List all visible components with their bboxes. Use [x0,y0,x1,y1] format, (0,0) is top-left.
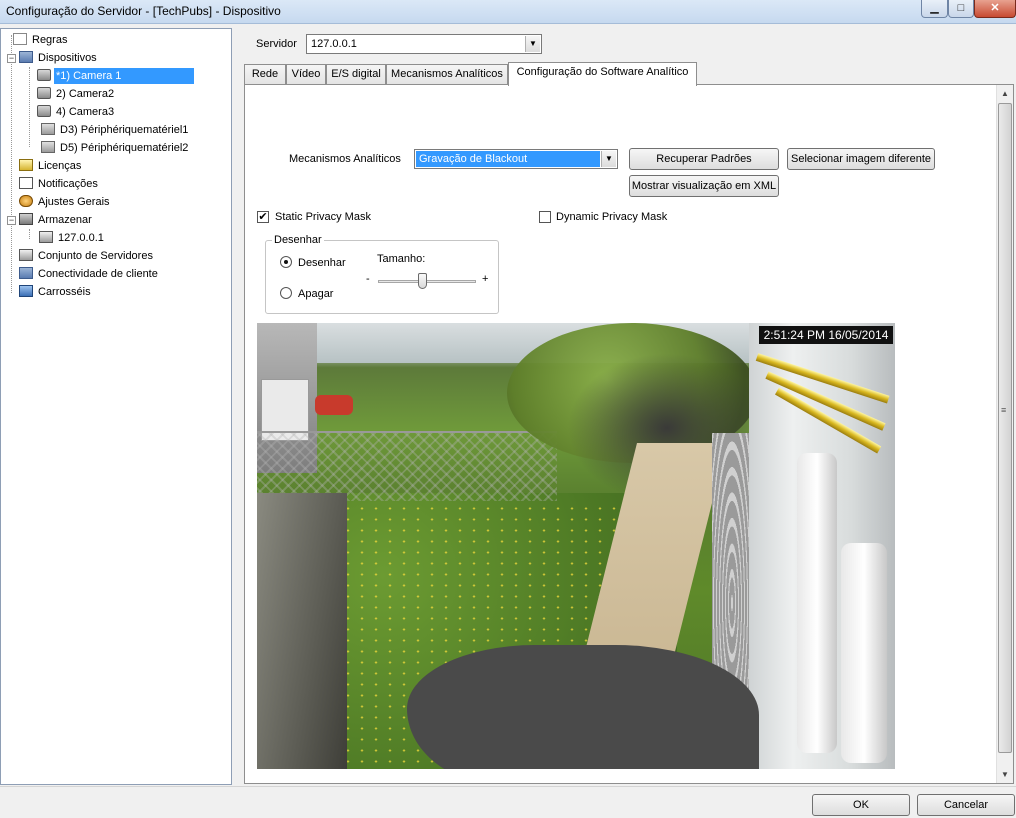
tab-video[interactable]: Vídeo [286,64,326,85]
camera-rock [257,493,347,769]
camera-white-pipe [841,543,887,763]
size-label: Tamanho: [377,253,426,265]
server-icon [39,231,53,243]
scroll-down-icon[interactable]: ▼ [997,766,1013,783]
notification-icon [19,177,33,189]
window-title: Configuração do Servidor - [TechPubs] - … [6,4,281,18]
camera-icon [37,105,51,117]
server-select-value: 127.0.0.1 [311,38,357,50]
server-select[interactable]: 127.0.0.1 ▼ [306,34,542,54]
draw-groupbox: Desenhar Desenhar Apagar Tamanho: - + [265,234,499,314]
size-minus-label: - [366,273,370,285]
tree-item-licenses[interactable]: Licenças [19,158,83,174]
show-xml-button[interactable]: Mostrar visualização em XML [629,175,779,197]
camera-car [315,395,353,415]
settings-icon [19,195,33,207]
camera-icon [37,69,51,81]
camera-white-pipe [797,453,837,753]
ok-button[interactable]: OK [812,794,910,816]
hardware-icon [41,141,55,153]
tree-item-camera-3[interactable]: 4) Camera3 [37,104,116,120]
close-button[interactable]: ✕ [974,0,1016,18]
draw-group-legend: Desenhar [272,234,324,246]
scroll-thumb[interactable] [998,103,1012,753]
analytics-engine-select[interactable]: Gravação de Blackout ▼ [414,149,618,169]
chevron-down-icon[interactable]: ▼ [601,151,616,167]
camera-preview[interactable]: 2:51:24 PM 16/05/2014 [257,323,895,769]
network-icon [19,51,33,63]
dynamic-mask-checkbox[interactable] [539,211,551,223]
size-plus-label: + [482,273,489,285]
analytics-engine-label: Mecanismos Analíticos [289,153,401,165]
static-mask-label: Static Privacy Mask [275,211,371,223]
vertical-scrollbar[interactable]: ▲ ≡ ▼ [996,85,1013,783]
storage-icon [19,213,33,225]
tree-item-hardware-2[interactable]: D5) Périphériquematériel2 [41,140,190,156]
erase-radio[interactable] [280,287,292,299]
tab-analytics-software-config[interactable]: Configuração do Software Analítico [508,62,697,86]
title-bar: Configuração do Servidor - [TechPubs] - … [0,0,1016,24]
select-image-button[interactable]: Selecionar imagem diferente [787,148,935,170]
license-icon [19,159,33,171]
hardware-icon [41,123,55,135]
analytics-config-page: ▲ ≡ ▼ Mecanismos Analíticos Gravação de … [244,84,1014,784]
rules-icon [13,33,27,45]
tree-item-notifications[interactable]: Notificações [19,176,100,192]
chevron-down-icon[interactable]: ▼ [525,36,540,52]
minimize-button[interactable]: ▁ [921,0,948,18]
tree-line [29,229,30,239]
collapse-devices-toggle[interactable]: − [7,54,16,63]
tree-item-storage[interactable]: Armazenar [19,212,94,228]
maximize-button[interactable]: □ [948,0,974,18]
erase-radio-label: Apagar [298,288,334,300]
static-mask-checkbox[interactable]: ✔ [257,211,269,223]
cancel-button[interactable]: Cancelar [917,794,1015,816]
tree-line [29,67,30,147]
size-slider-thumb[interactable] [418,273,428,289]
collapse-storage-toggle[interactable]: − [7,216,16,225]
tree-item-carousels[interactable]: Carrosséis [19,284,93,300]
tab-analytics-engines[interactable]: Mecanismos Analíticos [386,64,508,85]
dialog-footer: OK Cancelar [0,786,1016,818]
analytics-engine-value: Gravação de Blackout [416,151,600,167]
scroll-up-icon[interactable]: ▲ [997,85,1013,102]
tree-item-camera-1[interactable]: *1) Camera 1 [37,68,194,84]
camera-fence [257,431,557,501]
monitor-icon [19,285,33,297]
tree-item-client-connectivity[interactable]: Conectividade de cliente [19,266,160,282]
tree-line [11,35,12,293]
camera-icon [37,87,51,99]
device-tree: Regras − Dispositivos *1) Camera 1 2) Ca… [0,28,232,785]
client-icon [19,267,33,279]
tab-network[interactable]: Rede [244,64,286,85]
tab-digital-io[interactable]: E/S digital [326,64,386,85]
camera-timestamp: 2:51:24 PM 16/05/2014 [759,326,893,344]
tree-item-rules[interactable]: Regras [13,32,69,48]
tree-item-general-settings[interactable]: Ajustes Gerais [19,194,112,210]
server-label: Servidor [256,38,297,50]
tree-item-camera-2[interactable]: 2) Camera2 [37,86,116,102]
tree-item-storage-server[interactable]: 127.0.0.1 [39,230,106,246]
tree-item-hardware-1[interactable]: D3) Périphériquematériel1 [41,122,190,138]
privacy-mask-region[interactable] [407,645,759,769]
draw-radio[interactable] [280,256,292,268]
dynamic-mask-label: Dynamic Privacy Mask [556,211,668,223]
scroll-grip-icon: ≡ [1001,405,1007,415]
device-config-panel: Servidor 127.0.0.1 ▼ Rede Vídeo E/S digi… [238,28,1016,785]
draw-radio-label: Desenhar [298,257,346,269]
restore-defaults-button[interactable]: Recuperar Padrões [629,148,779,170]
tree-item-devices[interactable]: Dispositivos [19,50,99,66]
tree-item-server-group[interactable]: Conjunto de Servidores [19,248,155,264]
server-group-icon [19,249,33,261]
